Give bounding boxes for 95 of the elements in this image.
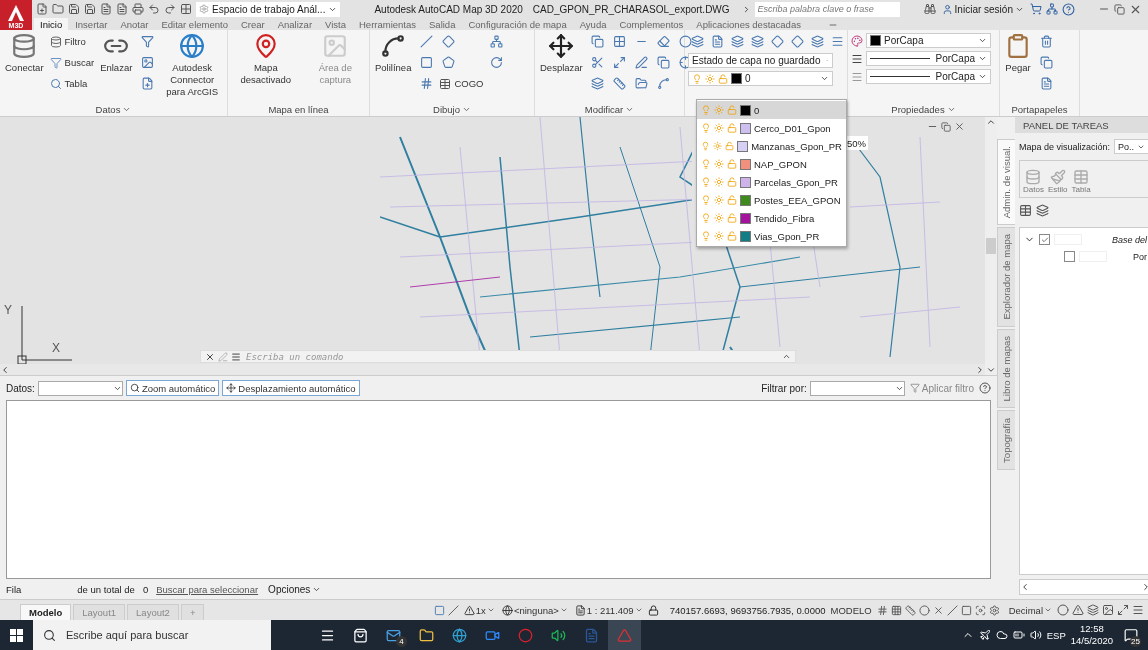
- ribbon-tab[interactable]: Vista: [319, 18, 352, 30]
- total-count: 0: [142, 583, 149, 595]
- ribbon-tab[interactable]: Analizar: [271, 18, 319, 30]
- ribbon-tab[interactable]: Aplicaciones destacadas: [690, 18, 807, 30]
- map-label: Mapa de visualización:: [1019, 141, 1111, 152]
- layer-name: NAP_GPON: [754, 158, 807, 170]
- layer-name: Cerco_D01_Gpon: [754, 122, 831, 134]
- map-dropdown[interactable]: Po..: [1114, 139, 1148, 154]
- sign-in-button[interactable]: Iniciar sesión: [939, 3, 1026, 15]
- taskbar-search-field[interactable]: Escribe aquí para buscar: [64, 628, 258, 642]
- total-label: de un total de: [77, 583, 135, 595]
- x-axis-label: X: [52, 341, 60, 355]
- panel-title: Portapapeles: [1011, 104, 1068, 115]
- color-dropdown[interactable]: PorCapa: [866, 33, 991, 48]
- panel-title: Datos: [95, 104, 121, 115]
- layer-name: Postes_EEA_GPON: [754, 194, 841, 206]
- side-tab[interactable]: Libro de mapas: [997, 328, 1015, 409]
- mail-taskbar-button[interactable]: 4: [377, 620, 410, 650]
- layer-menu-item[interactable]: Vias_Gpon_PR: [697, 227, 846, 245]
- layer-name: Tendido_Fibra: [754, 212, 815, 224]
- ribbon-tool-button[interactable]: Conectar: [3, 33, 46, 74]
- ribbon-tool-button[interactable]: Polilínea: [373, 33, 414, 74]
- tree-item-label[interactable]: Por: [1133, 251, 1148, 262]
- ribbon-tab[interactable]: Ayuda: [573, 18, 613, 30]
- y-axis-label: Y: [4, 303, 12, 317]
- panel-tool-button[interactable]: Estilo: [1047, 169, 1068, 194]
- coordinates-readout: 740157.6693, 9693756.7935, 0.0000: [669, 604, 826, 616]
- annotation-scale-button[interactable]: 1x: [461, 604, 497, 616]
- layer-name: Vias_Gpon_PR: [754, 230, 820, 242]
- panel-title: Mapa en línea: [268, 104, 329, 115]
- ribbon-tool-button[interactable]: Mapa desactivado: [231, 33, 301, 86]
- notifications-button[interactable]: 25: [1118, 620, 1144, 650]
- panel-tool-button[interactable]: Datos: [1023, 169, 1044, 194]
- row-label: Fila: [6, 583, 22, 595]
- select-link[interactable]: Buscar para seleccionar: [156, 583, 259, 595]
- coordinate-system-button[interactable]: <ninguna>: [499, 604, 570, 616]
- workspace-dropdown[interactable]: Espacio de trabajo Anál...: [196, 1, 341, 17]
- layer-menu-item[interactable]: NAP_GPON: [697, 155, 846, 173]
- ribbon-tab[interactable]: Inicio: [34, 18, 69, 30]
- layer-state-dropdown[interactable]: Estado de capa no guardado: [688, 53, 833, 68]
- app-title: Autodesk AutoCAD Map 3D 2020: [374, 3, 523, 15]
- layer-menu-item[interactable]: Cerco_D01_Gpon: [697, 119, 846, 137]
- ribbon-tab[interactable]: Salida: [423, 18, 462, 30]
- side-tab[interactable]: Admin. de visual.: [997, 139, 1015, 226]
- layer-name: Manzanas_Gpon_PR: [751, 140, 842, 152]
- layout-tab[interactable]: Modelo: [20, 604, 72, 620]
- panel-title: PANEL DE TAREAS: [1015, 117, 1148, 133]
- ribbon-tool-button[interactable]: Filtro: [49, 33, 95, 50]
- ribbon-tool-button[interactable]: Desplazar: [538, 33, 585, 74]
- model-space-button[interactable]: MODELO: [828, 604, 874, 616]
- layer-menu-item[interactable]: Postes_EEA_GPON: [697, 191, 846, 209]
- side-tab[interactable]: Topografía: [997, 410, 1015, 471]
- panel-title: Modificar: [584, 104, 624, 115]
- ribbon-tool-button[interactable]: Pegar: [1003, 33, 1033, 74]
- side-tab[interactable]: Explorador de mapa: [997, 227, 1015, 327]
- clock[interactable]: 12:58 14/5/2020: [1070, 622, 1113, 648]
- ribbon-tab[interactable]: Anotar: [114, 18, 155, 30]
- ribbon-tab[interactable]: Crear: [234, 18, 271, 30]
- tree-item-label[interactable]: Base del: [1112, 234, 1148, 245]
- ribbon-tool-button[interactable]: Buscar: [49, 54, 95, 71]
- ribbon-tool-button[interactable]: Autodesk Connector para ArcGIS: [160, 33, 224, 98]
- panel-title: Dibujo: [433, 104, 460, 115]
- units-dropdown[interactable]: Decimal: [1006, 604, 1054, 616]
- file-name: CAD_GPON_PR_CHARASOL_export.DWG: [532, 3, 730, 15]
- taskbar-search-box[interactable]: Escribe aquí para buscar: [33, 620, 271, 650]
- mail-count-badge: 4: [396, 636, 407, 647]
- scale-button[interactable]: 1 : 211.409: [572, 604, 645, 616]
- notification-count-badge: 25: [1130, 636, 1141, 647]
- ribbon-tab[interactable]: Editar elemento: [155, 18, 234, 30]
- layer-dropdown[interactable]: 0: [688, 71, 833, 86]
- ribbon-tool-button[interactable]: Tabla: [49, 75, 95, 92]
- auto-pan-button[interactable]: Desplazamiento automático: [222, 380, 360, 396]
- ribbon-tool-button[interactable]: COGO: [439, 75, 484, 92]
- ribbon-tool-button[interactable]: Enlazar: [98, 33, 135, 74]
- layer-menu-item[interactable]: 0: [697, 101, 846, 119]
- ribbon-tab[interactable]: Insertar: [69, 18, 114, 30]
- ribbon-tab[interactable]: Configuración de mapa: [462, 18, 573, 30]
- transparency-value: 50%: [845, 136, 868, 150]
- language-indicator[interactable]: ESP: [1046, 629, 1066, 641]
- options-button[interactable]: Opciones: [266, 583, 324, 595]
- ribbon-tab[interactable]: Herramientas: [353, 18, 423, 30]
- search-field[interactable]: Escriba palabra clave o frase: [754, 1, 900, 17]
- layer-menu-item[interactable]: Manzanas_Gpon_PR: [697, 137, 846, 155]
- ribbon-tab[interactable]: Complementos: [613, 18, 690, 30]
- data-label: Datos:: [6, 382, 35, 394]
- layer-name: 0: [754, 104, 760, 116]
- panel-title: Propiedades: [891, 104, 945, 115]
- filter-label: Filtrar por:: [761, 382, 807, 394]
- lineweight-dropdown[interactable]: PorCapa: [866, 51, 991, 66]
- layer-menu-item[interactable]: Tendido_Fibra: [697, 209, 846, 227]
- auto-zoom-button[interactable]: Zoom automático: [125, 380, 220, 396]
- panel-tool-button[interactable]: Tabla: [1071, 169, 1091, 194]
- layer-name: Parcelas_Gpon_PR: [754, 176, 838, 188]
- linetype-dropdown[interactable]: PorCapa: [866, 69, 991, 84]
- layer-menu-item[interactable]: Parcelas_Gpon_PR: [697, 173, 846, 191]
